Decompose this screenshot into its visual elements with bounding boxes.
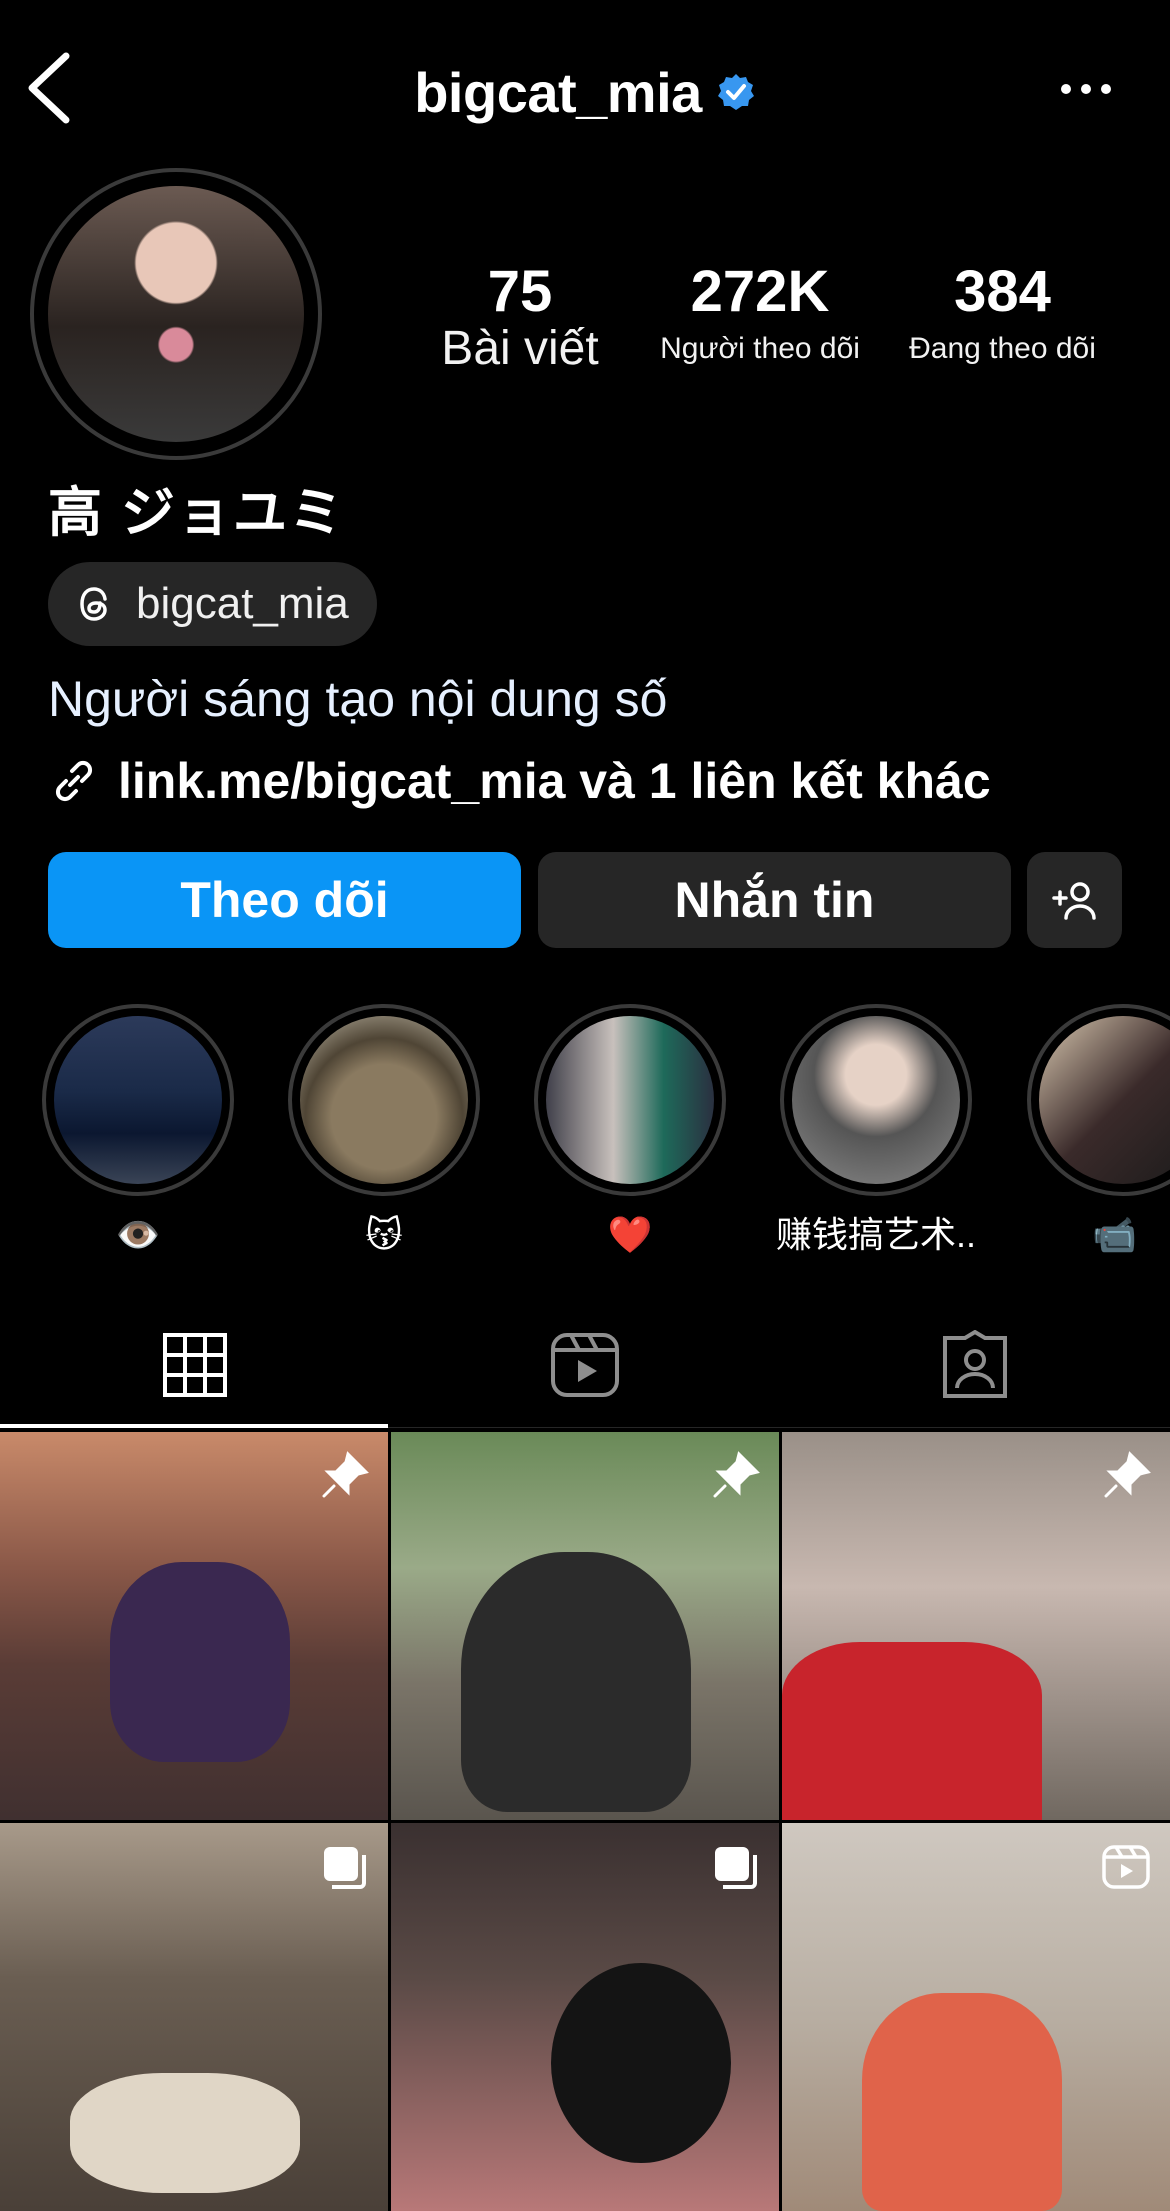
highlight-cover [792,1016,960,1184]
post-thumbnail [110,1562,290,1762]
bio-link-text: link.me/bigcat_mia và 1 liên kết khác [118,753,991,809]
add-person-icon [1051,882,1096,920]
tab-posts-grid-icon[interactable] [155,1330,235,1400]
followers-count: 272K [690,259,830,324]
grid-post[interactable] [391,1823,779,2211]
highlight-label: 👁️ [115,1214,161,1255]
story-highlight[interactable]: 👁️ [38,1004,238,1260]
highlight-label: ❤️ [607,1214,653,1255]
highlight-label: 赚钱搞艺术... [776,1214,976,1255]
story-highlight[interactable]: 😽 [284,1004,484,1260]
post-thumbnail [551,1963,731,2163]
post-thumbnail [782,1642,1042,1820]
message-button[interactable]: Nhắn tin [538,852,1011,948]
grid-post[interactable] [782,1432,1170,1820]
threads-icon [80,587,107,621]
stat-posts: 75 Bài viết [420,260,620,374]
highlight-label: 😽 [365,1214,403,1255]
header-title-area: bigcat_mia [0,52,1170,132]
pin-icon [713,1451,760,1498]
highlight-cover [546,1016,714,1184]
profile-category: Người sáng tạo nội dung số [48,671,668,727]
follow-button[interactable]: Theo dõi [48,852,521,948]
stat-followers[interactable]: 272K Người theo dõi [640,260,880,374]
pin-icon [322,1451,369,1498]
carousel-icon [715,1847,757,1889]
pin-icon [1104,1451,1151,1498]
grid-post[interactable] [391,1432,779,1820]
bio-link[interactable]: link.me/bigcat_mia và 1 liên kết khác [48,752,991,810]
story-highlight[interactable]: 赚钱搞艺术... [776,1004,976,1260]
story-highlight[interactable]: ❤️ [530,1004,730,1260]
tab-reels-icon[interactable] [545,1330,625,1400]
story-highlight[interactable]: 📹 [1022,1004,1170,1260]
threads-badge-button[interactable]: bigcat_mia [48,562,377,646]
highlight-cover [54,1016,222,1184]
grid-post[interactable] [782,1823,1170,2211]
grid-post[interactable] [0,1823,388,2211]
username-title: bigcat_mia [414,60,702,124]
display-name: 高 ジョユミ [48,483,346,543]
verified-badge-icon [717,74,754,110]
reel-icon [1102,1845,1150,1889]
highlight-cover [300,1016,468,1184]
highlight-cover [1039,1016,1170,1184]
following-count: 384 [954,259,1051,324]
suggest-users-button[interactable] [1027,852,1122,948]
posts-count: 75 [487,259,553,324]
link-icon [55,760,93,802]
tab-tagged-icon[interactable] [935,1330,1015,1400]
highlight-label: 📹 [1092,1214,1137,1255]
posts-label: Bài viết [441,322,599,375]
post-thumbnail [461,1552,691,1812]
followers-label: Người theo dõi [660,332,860,365]
stat-following[interactable]: 384 Đang theo dõi [885,260,1120,374]
post-thumbnail [70,2073,300,2193]
profile-avatar[interactable] [48,186,304,442]
carousel-icon [324,1847,366,1889]
following-label: Đang theo dõi [909,332,1096,365]
active-tab-indicator [0,1424,388,1428]
threads-handle: bigcat_mia [136,579,349,628]
more-options-icon[interactable] [1056,74,1116,104]
post-thumbnail [862,1993,1062,2211]
grid-post[interactable] [0,1432,388,1820]
